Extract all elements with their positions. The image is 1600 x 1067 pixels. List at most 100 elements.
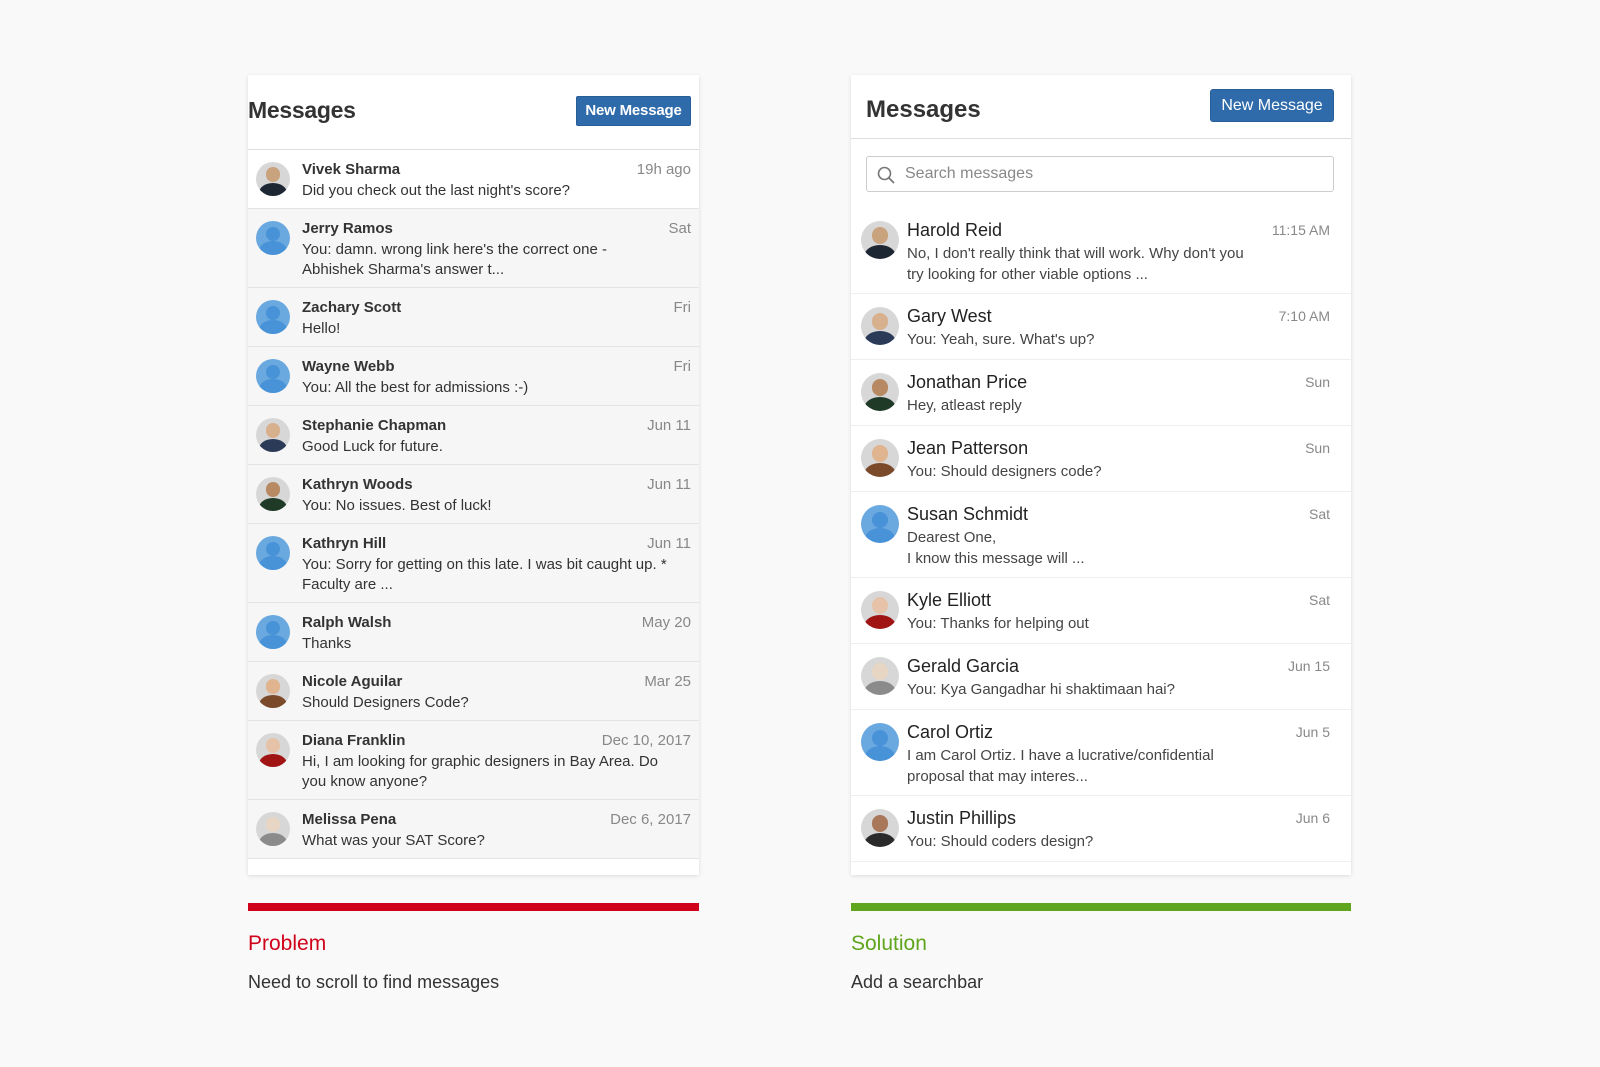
message-preview: You: Sorry for getting on this late. I w…: [302, 556, 667, 593]
avatar: [256, 615, 290, 649]
messages-panel-problem: Messages New Message Vivek Sharma 19h ago…: [248, 75, 699, 875]
message-list: Harold Reid 11:15 AM No, I don't really th…: [851, 208, 1351, 862]
message-row[interactable]: Harold Reid 11:15 AM No, I don't really th…: [851, 208, 1351, 294]
sender-name: Melissa Pena: [302, 811, 397, 828]
avatar: [256, 300, 290, 334]
search-bar[interactable]: [866, 156, 1334, 192]
sender-name: Susan Schmidt: [907, 504, 1029, 524]
message-preview: Did you check out the last night's score…: [302, 182, 571, 199]
message-row[interactable]: Ralph Walsh May 20 Thanks: [248, 603, 699, 662]
sender-name: Kathryn Woods: [302, 476, 413, 493]
message-time: Dec 10, 2017: [601, 732, 691, 749]
message-preview: No, I don't really think that will work.…: [907, 245, 1244, 283]
sender-name: Carol Ortiz: [907, 722, 994, 742]
message-row[interactable]: Wayne Webb Fri You: All the best for admis…: [248, 347, 699, 406]
message-row[interactable]: Susan Schmidt Sat Dearest One, I know this…: [851, 492, 1351, 578]
message-row[interactable]: Jerry Ramos Sat You: damn. wrong link here…: [248, 209, 699, 288]
message-list: Vivek Sharma 19h ago Did you check out the…: [248, 150, 699, 859]
message-row[interactable]: Kathryn Hill Jun 11 You: Sorry for getting…: [248, 524, 699, 603]
new-message-button[interactable]: New Message: [1210, 89, 1334, 122]
message-row[interactable]: Melissa Pena Dec 6, 2017 What was your SAT…: [248, 800, 699, 859]
sender-name: Ralph Walsh: [302, 614, 392, 631]
sender-name: Kyle Elliott: [907, 590, 992, 610]
message-time: Sat: [668, 220, 691, 237]
message-preview: I am Carol Ortiz. I have a lucrative/con…: [907, 747, 1214, 785]
message-row[interactable]: Vivek Sharma 19h ago Did you check out the…: [248, 150, 699, 209]
message-preview: You: Thanks for helping out: [907, 615, 1089, 632]
message-time: Fri: [673, 299, 692, 316]
avatar: [256, 733, 290, 767]
message-preview: You: Should coders design?: [907, 833, 1094, 850]
search-input[interactable]: [905, 157, 1325, 191]
message-preview: Should Designers Code?: [302, 694, 469, 711]
message-row[interactable]: Stephanie Chapman Jun 11 Good Luck for fut…: [248, 406, 699, 465]
problem-divider: [248, 903, 699, 911]
avatar: [256, 477, 290, 511]
sender-name: Jean Patterson: [907, 438, 1029, 458]
sender-name: Kathryn Hill: [302, 535, 387, 552]
message-row[interactable]: Jonathan Price Sun Hey, atleast reply: [851, 360, 1351, 426]
message-time: Sat: [1308, 506, 1330, 522]
message-row[interactable]: Kathryn Woods Jun 11 You: No issues. Best …: [248, 465, 699, 524]
message-preview: What was your SAT Score?: [302, 832, 485, 849]
sender-name: Diana Franklin: [302, 732, 406, 749]
solution-divider: [851, 903, 1351, 911]
message-time: Mar 25: [644, 673, 691, 690]
message-preview: Dearest One, I know this message will ..…: [907, 529, 1085, 567]
avatar: [861, 591, 899, 629]
message-time: Sun: [1305, 440, 1330, 456]
message-time: Sun: [1305, 374, 1330, 390]
message-row[interactable]: Nicole Aguilar Mar 25 Should Designers Cod…: [248, 662, 699, 721]
problem-description: Need to scroll to find messages: [248, 972, 500, 992]
sender-name: Gary West: [907, 306, 992, 326]
message-time: Dec 6, 2017: [610, 811, 691, 828]
avatar: [861, 307, 899, 345]
message-time: 11:15 AM: [1271, 222, 1330, 238]
messages-header: Messages New Message: [851, 75, 1351, 139]
search-icon: [877, 166, 895, 184]
message-preview: Hey, atleast reply: [907, 397, 1022, 414]
message-preview: You: damn. wrong link here's the correct…: [302, 241, 607, 278]
avatar: [256, 674, 290, 708]
message-preview: You: Should designers code?: [907, 463, 1102, 480]
sender-name: Jonathan Price: [907, 372, 1028, 392]
message-preview: You: Yeah, sure. What's up?: [907, 331, 1095, 348]
avatar: [256, 162, 290, 196]
problem-title: Problem: [248, 932, 327, 955]
avatar: [256, 418, 290, 452]
message-row[interactable]: Jean Patterson Sun You: Should designers c…: [851, 426, 1351, 492]
avatar: [861, 809, 899, 847]
message-row[interactable]: Carol Ortiz Jun 5 I am Carol Ortiz. I have…: [851, 710, 1351, 796]
messages-panel-solution: Messages New Message Harold Reid 11:15 AM…: [851, 75, 1351, 875]
message-row[interactable]: Gary West 7:10 AM You: Yeah, sure. What's …: [851, 294, 1351, 360]
message-row[interactable]: Gerald Garcia Jun 15 You: Kya Gangadhar hi…: [851, 644, 1351, 710]
message-preview: You: No issues. Best of luck!: [302, 497, 492, 514]
sender-name: Zachary Scott: [302, 299, 402, 316]
message-time: Jun 15: [1287, 658, 1330, 674]
avatar: [256, 536, 290, 570]
avatar: [256, 812, 290, 846]
message-preview: Good Luck for future.: [302, 438, 443, 455]
message-preview: You: All the best for admissions :-): [302, 379, 529, 396]
avatar: [861, 221, 899, 259]
message-time: Jun 11: [647, 535, 691, 552]
messages-header: Messages New Message: [248, 75, 699, 150]
message-time: May 20: [641, 614, 691, 631]
sender-name: Jerry Ramos: [302, 220, 393, 237]
message-time: Jun 6: [1295, 810, 1330, 826]
avatar: [861, 505, 899, 543]
message-time: Fri: [673, 358, 692, 375]
message-row[interactable]: Zachary Scott Fri Hello!: [248, 288, 699, 347]
message-row[interactable]: Justin Phillips Jun 6 You: Should coders d…: [851, 796, 1351, 862]
message-time: 19h ago: [636, 161, 691, 178]
message-preview: Thanks: [302, 635, 352, 652]
avatar: [861, 373, 899, 411]
new-message-button[interactable]: New Message: [576, 96, 691, 126]
message-time: Jun 5: [1295, 724, 1330, 740]
message-row[interactable]: Diana Franklin Dec 10, 2017 Hi, I am looki…: [248, 721, 699, 800]
sender-name: Nicole Aguilar: [302, 673, 403, 690]
sender-name: Vivek Sharma: [302, 161, 401, 178]
messages-title: Messages: [866, 96, 981, 123]
message-row[interactable]: Kyle Elliott Sat You: Thanks for helping o…: [851, 578, 1351, 644]
sender-name: Justin Phillips: [907, 808, 1017, 828]
